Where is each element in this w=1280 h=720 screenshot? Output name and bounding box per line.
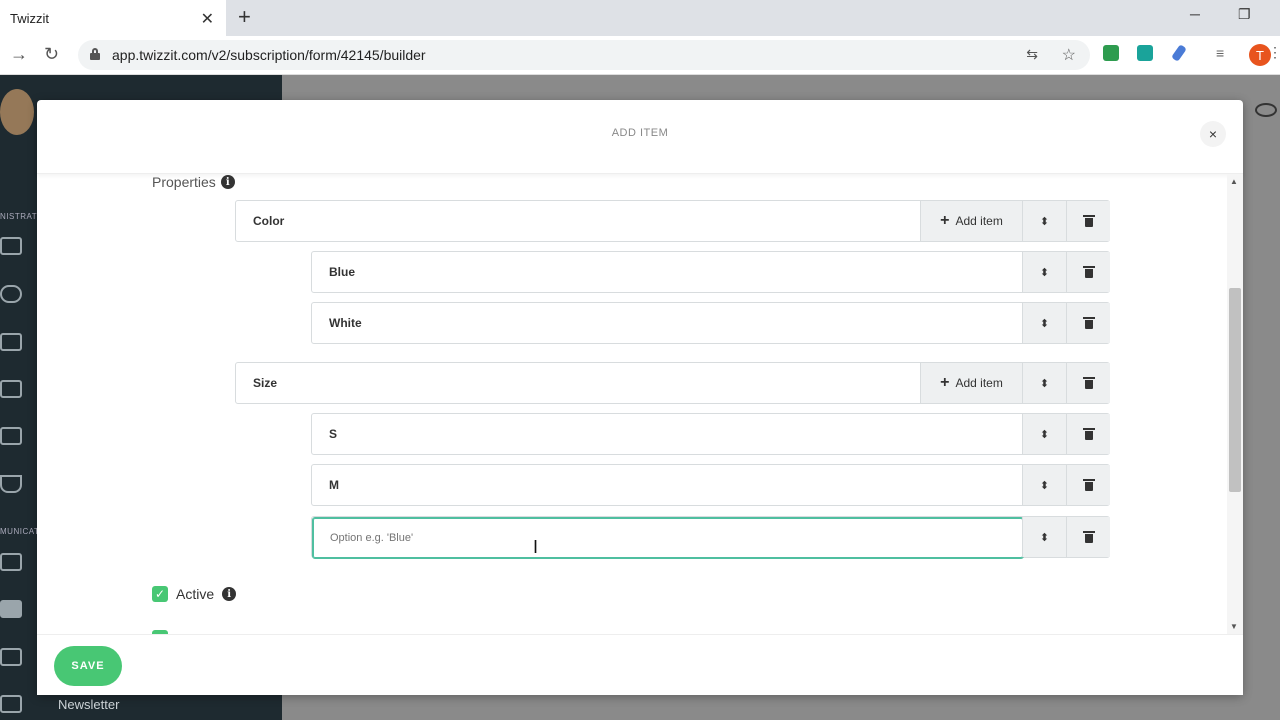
trash-icon <box>1082 531 1095 543</box>
option-name[interactable]: White <box>329 316 362 330</box>
group-icon[interactable] <box>0 285 22 303</box>
delete-button[interactable] <box>1066 252 1110 292</box>
property-name[interactable]: Size <box>253 376 277 390</box>
add-item-button[interactable]: + Add item <box>920 363 1022 403</box>
browser-tab-bar: Twizzit ✕ + ─ ❐ <box>0 0 1280 36</box>
info-icon[interactable]: i <box>220 175 235 189</box>
sort-handle-icon[interactable]: ⬍ <box>1022 201 1066 241</box>
minimize-icon[interactable]: ─ <box>1190 6 1200 22</box>
option-name[interactable]: Blue <box>329 265 355 279</box>
sort-handle-icon[interactable]: ⬍ <box>1022 252 1066 292</box>
calendar-check-icon[interactable] <box>0 380 22 398</box>
sort-handle-icon[interactable]: ⬍ <box>1022 465 1066 505</box>
sidebar-section-admin: NISTRATI <box>0 212 40 221</box>
trash-icon <box>1082 428 1095 440</box>
trash-icon <box>1082 215 1095 227</box>
forward-icon[interactable]: → <box>10 44 28 65</box>
clipboard-icon[interactable] <box>0 600 22 618</box>
lock-icon <box>90 48 100 60</box>
option-row-new: ⬍ <box>311 516 1110 559</box>
plus-icon: + <box>940 212 950 229</box>
plus-icon: + <box>940 374 950 391</box>
url-text: app.twizzit.com/v2/subscription/form/421… <box>112 47 426 63</box>
active-checkbox[interactable]: ✓ <box>152 586 168 602</box>
scroll-up-icon[interactable]: ▲ <box>1230 177 1238 186</box>
modal-body: Properties i Color + Add item ⬍ Blue ⬍ Wh… <box>37 174 1227 634</box>
option-input[interactable] <box>312 517 1024 559</box>
playlist-icon[interactable]: ≡ <box>1216 45 1224 61</box>
address-bar[interactable]: app.twizzit.com/v2/subscription/form/421… <box>78 40 1090 70</box>
option-name[interactable]: S <box>329 427 337 441</box>
user-avatar[interactable] <box>0 89 34 135</box>
bookmark-star-icon[interactable]: ☆ <box>1062 45 1076 65</box>
scrollbar-thumb[interactable] <box>1229 288 1241 492</box>
close-button[interactable]: × <box>1200 121 1226 147</box>
trash-icon <box>1082 377 1095 389</box>
sort-handle-icon[interactable]: ⬍ <box>1022 414 1066 454</box>
active-checkbox-row: ✓ Active i <box>152 586 237 602</box>
delete-button[interactable] <box>1066 517 1110 557</box>
option-name[interactable]: M <box>329 478 339 492</box>
new-tab-icon[interactable]: + <box>238 4 251 30</box>
menu-icon[interactable]: ⋮ <box>1268 44 1280 61</box>
save-button[interactable]: SAVE <box>54 646 122 686</box>
avg-extension-icon[interactable] <box>1103 45 1119 61</box>
option-row-blue: Blue ⬍ <box>311 251 1110 293</box>
option-row-white: White ⬍ <box>311 302 1110 344</box>
delete-button[interactable] <box>1066 363 1110 403</box>
trash-icon <box>1082 317 1095 329</box>
sort-handle-icon[interactable]: ⬍ <box>1022 363 1066 403</box>
modal-title: ADD ITEM <box>611 127 669 139</box>
browser-tab[interactable]: Twizzit ✕ <box>0 0 226 36</box>
add-item-modal: ADD ITEM × Properties i Color + Add item … <box>37 100 1243 695</box>
delete-button[interactable] <box>1066 414 1110 454</box>
modal-header: ADD ITEM × <box>37 100 1243 174</box>
reload-icon[interactable]: ↻ <box>44 44 59 65</box>
delete-button[interactable] <box>1066 303 1110 343</box>
add-item-button[interactable]: + Add item <box>920 201 1022 241</box>
property-name[interactable]: Color <box>253 214 284 228</box>
property-row-size: Size + Add item ⬍ <box>235 362 1110 404</box>
translate-icon[interactable]: ⇆ <box>1026 46 1038 63</box>
sidebar-section-communication: MUNICATI <box>0 527 43 536</box>
sidebar-item-newsletter[interactable]: Newsletter <box>58 697 119 712</box>
property-row-color: Color + Add item ⬍ <box>235 200 1110 242</box>
text-cursor-icon: I <box>533 537 539 557</box>
user-check-icon[interactable] <box>0 553 22 571</box>
option-row-m: M ⬍ <box>311 464 1110 506</box>
trash-icon <box>1082 479 1095 491</box>
restore-icon[interactable]: ❐ <box>1238 6 1251 23</box>
modal-footer: SAVE <box>37 634 1243 695</box>
browser-toolbar: → ↻ app.twizzit.com/v2/subscription/form… <box>0 36 1280 75</box>
mail-icon[interactable] <box>0 695 22 713</box>
properties-heading: Properties i <box>152 174 235 190</box>
calendar-icon[interactable] <box>0 333 22 351</box>
newspaper-icon[interactable] <box>0 648 22 666</box>
close-tab-icon[interactable]: ✕ <box>201 9 214 29</box>
delete-button[interactable] <box>1066 465 1110 505</box>
scroll-down-icon[interactable]: ▼ <box>1230 622 1238 631</box>
extension-icon[interactable] <box>1137 45 1153 61</box>
delete-button[interactable] <box>1066 201 1110 241</box>
tab-title: Twizzit <box>10 10 49 26</box>
active-label: Active <box>176 586 215 602</box>
trash-icon <box>1082 266 1095 278</box>
trophy-icon[interactable] <box>0 475 22 493</box>
properties-label: Properties <box>152 174 216 190</box>
option-row-s: S ⬍ <box>311 413 1110 455</box>
sort-handle-icon[interactable]: ⬍ <box>1022 303 1066 343</box>
id-card-icon[interactable] <box>0 237 22 255</box>
eye-icon[interactable] <box>1255 103 1277 117</box>
sort-handle-icon[interactable]: ⬍ <box>1022 517 1066 557</box>
info-icon[interactable]: i <box>222 587 237 601</box>
chart-icon[interactable] <box>0 427 22 445</box>
